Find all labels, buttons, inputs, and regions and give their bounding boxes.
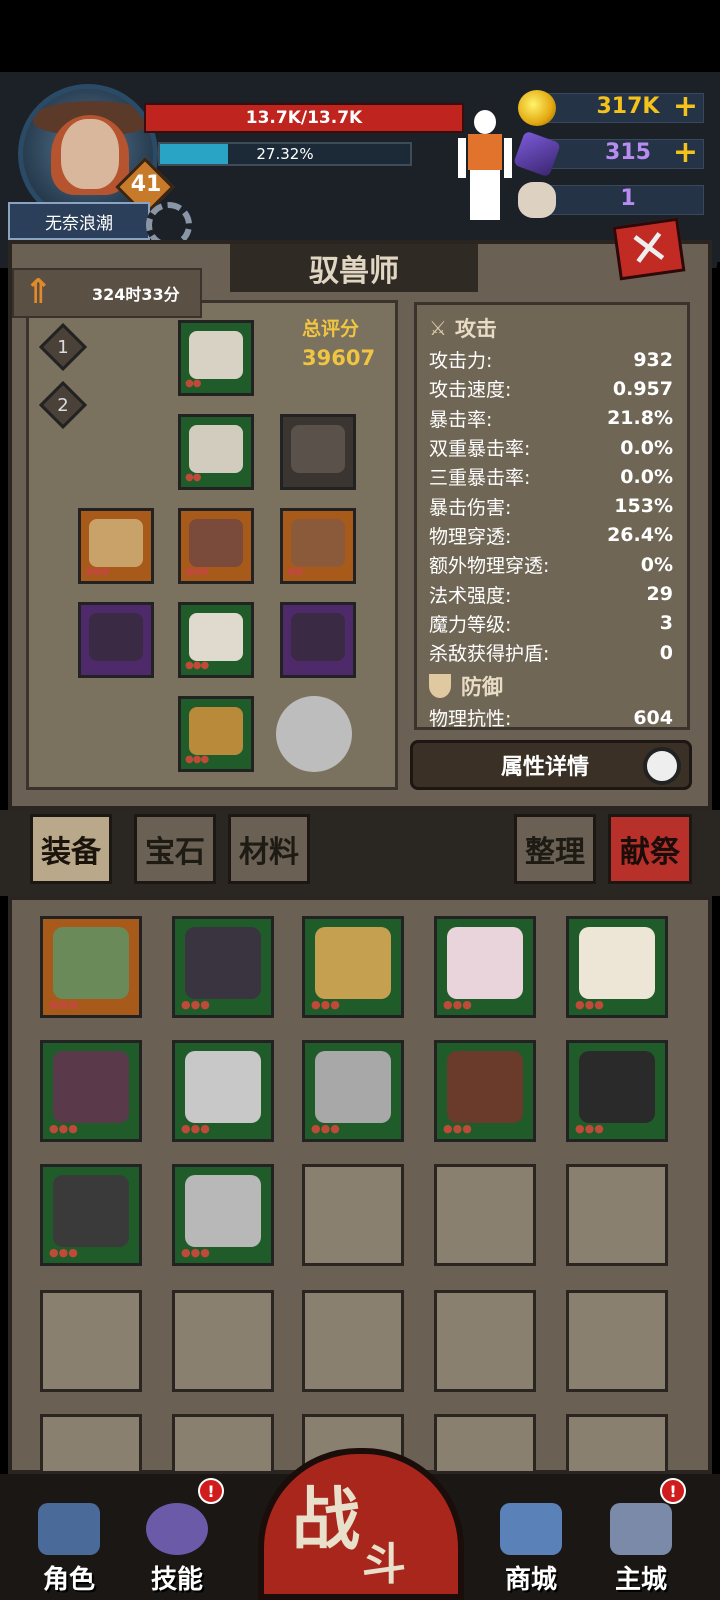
shop-tent-icon xyxy=(500,1503,562,1555)
inventory-item[interactable]: ●●● xyxy=(566,916,668,1018)
magnifier-icon xyxy=(643,747,681,785)
swirl-icon xyxy=(146,1503,208,1555)
inventory-empty-slot[interactable] xyxy=(566,1414,668,1474)
equip-crossbow-right[interactable] xyxy=(280,602,356,678)
stat-row: 双重暴击率: 0.0% xyxy=(429,436,673,461)
equip-amulet[interactable]: ●●● xyxy=(78,508,154,584)
sacrifice-button[interactable]: 献祭 xyxy=(608,814,692,884)
inventory-empty-slot[interactable] xyxy=(40,1290,142,1392)
xp-text: 27.32% xyxy=(256,145,314,163)
purple-gem-icon xyxy=(512,130,562,178)
inventory-item[interactable]: ●●● xyxy=(40,916,142,1018)
inventory-empty-slot[interactable] xyxy=(40,1414,142,1474)
inventory-item[interactable]: ●●● xyxy=(302,916,404,1018)
attack-stats-list: 攻击力: 932 攻击速度: 0.957 暴击率: 21.8% 双重暴击率: 0.0% 三重暴击… xyxy=(417,345,687,667)
equip-crossbow-left[interactable] xyxy=(78,602,154,678)
stat-row: 物理抗性: 604 xyxy=(429,706,673,730)
player-name: 无奈浪潮 xyxy=(8,202,150,240)
inventory-item[interactable]: ●●● xyxy=(434,916,536,1018)
add-gem-button[interactable]: + xyxy=(673,136,698,170)
skull-currency: 1 xyxy=(518,182,704,218)
inventory-empty-slot[interactable] xyxy=(172,1290,274,1392)
inventory-empty-slot[interactable] xyxy=(302,1290,404,1392)
inventory-item[interactable]: ●●● xyxy=(434,1040,536,1142)
tab-gem[interactable]: 宝石 xyxy=(134,814,216,884)
nav-role[interactable]: 角色 xyxy=(24,1496,114,1596)
inventory-item[interactable]: ●●● xyxy=(172,916,274,1018)
add-gold-button[interactable]: + xyxy=(673,90,698,124)
score-value: 39607 xyxy=(302,346,376,370)
timer-text: 324时33分 xyxy=(92,285,180,304)
ram-skull-icon xyxy=(518,182,556,218)
helmet-icon xyxy=(38,1503,100,1555)
stat-row: 暴击伤害: 153% xyxy=(429,495,673,519)
skill-alert-badge: ! xyxy=(198,1478,224,1504)
city-alert-badge: ! xyxy=(660,1478,686,1504)
inventory-empty-slot[interactable] xyxy=(434,1290,536,1392)
upgrade-arrow-icon: ⇑ xyxy=(24,272,53,312)
nav-city[interactable]: 主城 xyxy=(596,1496,686,1596)
equip-empty-slot[interactable] xyxy=(280,414,356,490)
body-figure-icon[interactable] xyxy=(458,108,512,220)
inventory-item[interactable]: ●●● xyxy=(302,1040,404,1142)
stat-row: 杀敌获得护盾: 0 xyxy=(429,641,673,666)
stat-row: 暴击率: 21.8% xyxy=(429,407,673,431)
equip-head[interactable]: ●● xyxy=(178,320,254,396)
level-value: 41 xyxy=(130,172,162,197)
stat-row: 法术强度: 29 xyxy=(429,583,673,607)
hp-bar: 13.7K/13.7K xyxy=(144,103,464,133)
equip-chest[interactable]: ●● xyxy=(178,414,254,490)
inventory-item[interactable]: ●●● xyxy=(172,1164,274,1266)
stat-row: 攻击速度: 0.957 xyxy=(429,377,673,402)
inventory-item[interactable]: ●●● xyxy=(566,1040,668,1142)
attribute-details-button[interactable]: 属性详情 xyxy=(410,740,692,790)
crossed-swords-icon: ⚔ xyxy=(429,316,447,340)
equip-boots[interactable]: ●●● xyxy=(178,696,254,772)
stats-panel[interactable]: ⚔ 攻击 攻击力: 932 攻击速度: 0.957 暴击率: 21.8% 双重暴击率: 0.0… xyxy=(414,302,690,730)
stat-row: 魔力等级: 3 xyxy=(429,612,673,636)
equip-necklace[interactable]: ●● xyxy=(280,508,356,584)
nav-shop[interactable]: 商城 xyxy=(486,1496,576,1596)
gold-value: 317K xyxy=(596,94,660,119)
inventory-empty-slot[interactable] xyxy=(566,1164,668,1266)
gold-currency: 317K + xyxy=(518,90,704,126)
stat-row: 额外物理穿透: 0% xyxy=(429,553,673,578)
sort-button[interactable]: 整理 xyxy=(514,814,596,884)
equip-legs[interactable]: ●●● xyxy=(178,602,254,678)
stat-row: 攻击力: 932 xyxy=(429,348,673,373)
castle-icon xyxy=(610,1503,672,1555)
close-button[interactable]: ✕ xyxy=(612,217,686,281)
inventory-item[interactable]: ●●● xyxy=(40,1164,142,1266)
gold-coin-icon xyxy=(518,90,556,126)
inventory-empty-slot[interactable] xyxy=(434,1164,536,1266)
score-label: 总评分 xyxy=(302,318,360,340)
class-title: 驭兽师 xyxy=(230,244,478,292)
defense-section-header: 防御 xyxy=(417,667,687,703)
gem-currency: 315 + xyxy=(512,130,704,178)
inventory-empty-slot[interactable] xyxy=(566,1290,668,1392)
attack-section-header: ⚔ 攻击 xyxy=(429,316,497,341)
battle-label-2: 斗 xyxy=(362,1539,406,1590)
battle-label-1: 战 xyxy=(292,1481,361,1560)
gem-value: 315 xyxy=(605,140,651,165)
equip-belt[interactable]: ●●● xyxy=(178,508,254,584)
status-bar-area xyxy=(0,0,720,72)
face-graphic xyxy=(61,119,119,189)
xp-bar: 27.32% xyxy=(158,142,412,166)
stat-row: 物理穿透: 26.4% xyxy=(429,524,673,548)
inventory-empty-slot[interactable] xyxy=(302,1164,404,1266)
tab-material[interactable]: 材料 xyxy=(228,814,310,884)
wax-seal-icon[interactable] xyxy=(276,696,352,772)
shield-icon xyxy=(429,674,451,699)
stat-row: 三重暴击率: 0.0% xyxy=(429,465,673,490)
inventory-empty-slot[interactable] xyxy=(172,1414,274,1474)
skull-value: 1 xyxy=(620,186,636,211)
timer-badge[interactable]: ⇑ 324时33分 xyxy=(12,268,202,318)
inventory-item[interactable]: ●●● xyxy=(40,1040,142,1142)
inventory-item[interactable]: ●●● xyxy=(172,1040,274,1142)
inventory-empty-slot[interactable] xyxy=(434,1414,536,1474)
nav-skill[interactable]: 技能 xyxy=(132,1496,222,1596)
tab-equip[interactable]: 装备 xyxy=(30,814,112,884)
